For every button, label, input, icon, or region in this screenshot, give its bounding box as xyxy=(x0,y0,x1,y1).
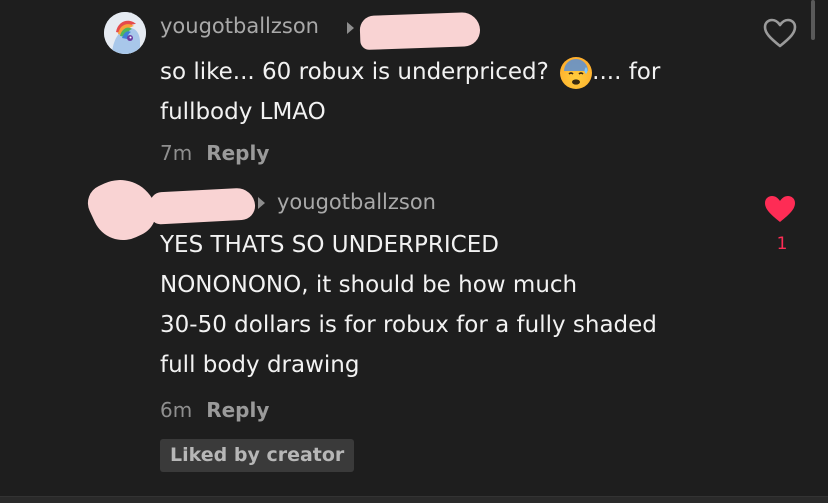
comment-text: YES THATS SO UNDERPRICED NONONONO, it sh… xyxy=(160,225,760,385)
comment-text-suffix: .... for xyxy=(592,59,661,85)
redacted-username xyxy=(359,11,481,51)
comment-username[interactable]: yougotballzson xyxy=(160,14,319,38)
bottom-divider xyxy=(0,496,828,503)
avatar-image xyxy=(104,12,146,54)
avatar[interactable] xyxy=(104,12,146,54)
reply-arrow-icon xyxy=(347,22,354,34)
liked-by-creator-badge: Liked by creator xyxy=(160,439,355,472)
heart-outline-icon[interactable] xyxy=(762,17,798,49)
heart-filled-icon[interactable] xyxy=(762,193,798,225)
reply-button[interactable]: Reply xyxy=(206,398,269,422)
comment-time: 6m xyxy=(160,398,193,422)
reply-arrow-icon xyxy=(258,197,265,209)
comment-text-line: so like... 60 robux is underpriced? xyxy=(160,59,549,85)
comment-meta: 6m Reply xyxy=(160,398,269,422)
scrollbar[interactable] xyxy=(811,0,815,40)
comment-time: 7m xyxy=(160,141,193,165)
comment-text-line: full body drawing xyxy=(160,352,360,378)
comment-text-line: YES THATS SO UNDERPRICED xyxy=(160,232,499,258)
comment-meta: 7m Reply xyxy=(160,141,269,165)
reply-button[interactable]: Reply xyxy=(206,141,269,165)
comment-text-line: 30-50 dollars is for robux for a fully s… xyxy=(160,312,657,338)
like-count: 1 xyxy=(776,234,788,254)
redacted-username xyxy=(149,187,256,225)
reply-to-username[interactable]: yougotballzson xyxy=(277,190,436,214)
comment-text: so like... 60 robux is underpriced? ....… xyxy=(160,52,760,132)
comment-text-line: NONONONO, it should be how much xyxy=(160,272,578,298)
anxious-face-with-sweat-icon xyxy=(560,56,593,89)
comment-text-line: fullbody LMAO xyxy=(160,99,326,125)
